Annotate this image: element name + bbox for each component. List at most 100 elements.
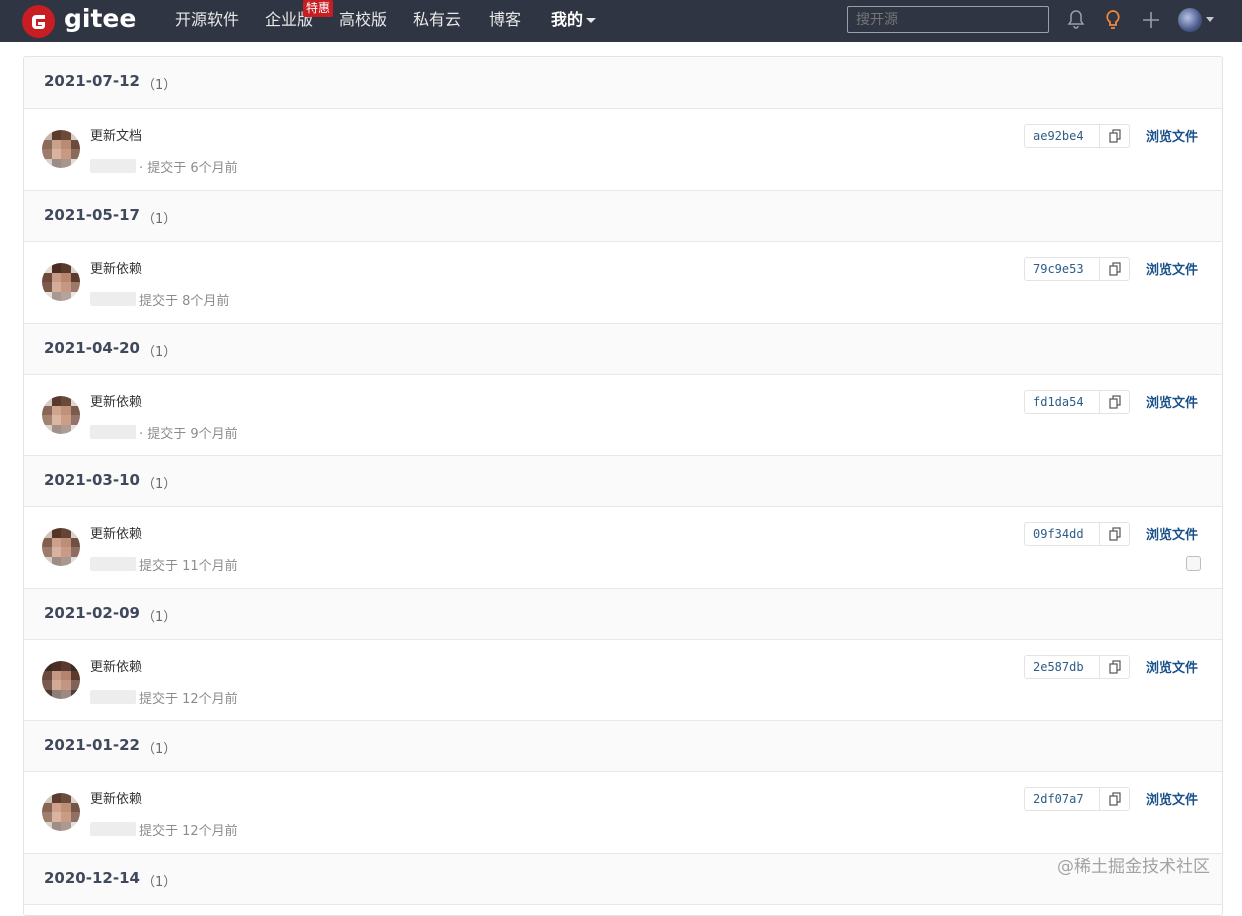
group-count: （1）	[142, 345, 177, 360]
commit-sha-label: 2df07a7	[1033, 792, 1084, 806]
commit-sha-label: ae92be4	[1033, 129, 1084, 143]
commit-message[interactable]: 更新文档	[90, 125, 142, 144]
commit-message[interactable]: 更新依赖	[90, 391, 142, 410]
nav-private-cloud[interactable]: 私有云	[413, 0, 461, 42]
author-name[interactable]	[90, 690, 136, 704]
avatar[interactable]	[42, 130, 80, 168]
group-count: （1）	[142, 742, 177, 757]
author-name[interactable]	[90, 292, 136, 306]
browse-files-link[interactable]: 浏览文件	[1146, 392, 1198, 411]
browse-files-link[interactable]: 浏览文件	[1146, 259, 1198, 278]
chevron-down-icon[interactable]	[1206, 17, 1214, 22]
date-group-header: 2020-12-14 （1）	[24, 853, 1222, 905]
group-count: （1）	[142, 875, 177, 890]
select-checkbox[interactable]	[1186, 556, 1201, 571]
avatar[interactable]	[42, 793, 80, 831]
date-group-header: 2021-01-22 （1）	[24, 720, 1222, 772]
group-date: 2021-07-12	[44, 72, 140, 90]
browse-files-link[interactable]: 浏览文件	[1146, 126, 1198, 145]
nav-education[interactable]: 高校版	[339, 0, 387, 42]
browse-files-link[interactable]: 浏览文件	[1146, 524, 1198, 543]
copy-button[interactable]	[1099, 125, 1130, 147]
date-group-header: 2021-02-09 （1）	[24, 588, 1222, 640]
browse-files-link[interactable]: 浏览文件	[1146, 789, 1198, 808]
avatar[interactable]	[42, 661, 80, 699]
gitee-logo-icon	[22, 5, 55, 38]
date-group-header: 2021-04-20 （1）	[24, 323, 1222, 375]
user-avatar[interactable]	[1178, 8, 1202, 32]
copy-button[interactable]	[1099, 788, 1130, 810]
bell-icon[interactable]	[1064, 8, 1088, 32]
commit-message[interactable]: 更新依赖	[90, 788, 142, 807]
commit-message[interactable]: 更新依赖	[90, 523, 142, 542]
group-count: （1）	[142, 610, 177, 625]
commit-sha[interactable]: 09f34dd	[1024, 522, 1130, 546]
commit-sha[interactable]: 2e587db	[1024, 655, 1130, 679]
copy-button[interactable]	[1099, 391, 1130, 413]
commit-sha[interactable]: ae92be4	[1024, 124, 1130, 148]
commit-row: 更新依赖 提交于 12个月前 2df07a7 浏览文件	[24, 772, 1222, 853]
browse-files-link[interactable]: 浏览文件	[1146, 657, 1198, 676]
author-name[interactable]	[90, 557, 136, 571]
copy-icon	[1109, 129, 1121, 143]
author-name[interactable]	[90, 822, 136, 836]
commit-list: 2021-07-12 （1） 更新文档 · 提交于 6个月前 ae92be4 浏…	[23, 56, 1223, 916]
copy-button[interactable]	[1099, 523, 1130, 545]
commit-sha-label: 09f34dd	[1033, 527, 1084, 541]
top-navbar: gitee 开源软件 企业版 特惠 高校版 私有云 博客 我的	[0, 0, 1242, 42]
brand-name: gitee	[64, 4, 137, 33]
group-date: 2021-04-20	[44, 339, 140, 357]
copy-button[interactable]	[1099, 258, 1130, 280]
commit-sha-label: 79c9e53	[1033, 262, 1084, 276]
nav-open-source[interactable]: 开源软件	[175, 0, 239, 42]
group-date: 2021-01-22	[44, 736, 140, 754]
commit-sha-label: fd1da54	[1033, 395, 1084, 409]
promo-badge: 特惠	[303, 0, 334, 17]
commit-row: 更新依赖 · 提交于 9个月前 fd1da54 浏览文件	[24, 375, 1222, 456]
group-date: 2021-02-09	[44, 604, 140, 622]
copy-icon	[1109, 792, 1121, 806]
commit-time: · 提交于 9个月前	[139, 427, 238, 442]
copy-icon	[1109, 262, 1121, 276]
commit-message[interactable]: 更新依赖	[90, 258, 142, 277]
commit-sha-label: 2e587db	[1033, 660, 1084, 674]
group-date: 2021-03-10	[44, 471, 140, 489]
commit-row: 更新依赖 提交于 12个月前 2e587db 浏览文件	[24, 640, 1222, 721]
group-count: （1）	[142, 477, 177, 492]
copy-icon	[1109, 660, 1121, 674]
plus-icon[interactable]	[1139, 8, 1163, 32]
nav-mine[interactable]: 我的	[551, 0, 597, 42]
group-count: （1）	[142, 212, 177, 227]
nav-mine-label: 我的	[551, 10, 584, 29]
date-group-header: 2021-03-10 （1）	[24, 455, 1222, 507]
copy-icon	[1109, 395, 1121, 409]
group-date: 2020-12-14	[44, 869, 140, 887]
commit-sha[interactable]: 2df07a7	[1024, 787, 1130, 811]
date-group-header: 2021-07-12 （1）	[24, 57, 1222, 109]
avatar[interactable]	[42, 396, 80, 434]
commit-sha[interactable]: 79c9e53	[1024, 257, 1130, 281]
commit-message[interactable]: 更新依赖	[90, 656, 142, 675]
nav-blog[interactable]: 博客	[489, 0, 521, 42]
avatar[interactable]	[42, 263, 80, 301]
search-input[interactable]	[847, 6, 1049, 33]
copy-button[interactable]	[1099, 656, 1130, 678]
group-date: 2021-05-17	[44, 206, 140, 224]
commit-time: 提交于 12个月前	[139, 824, 238, 839]
commit-time: · 提交于 6个月前	[139, 161, 238, 176]
commit-row: 更新依赖 提交于 11个月前 09f34dd 浏览文件	[24, 507, 1222, 588]
watermark: @稀土掘金技术社区	[1057, 857, 1210, 877]
commit-row: 更新依赖 提交于 8个月前 79c9e53 浏览文件	[24, 242, 1222, 323]
chevron-down-icon	[586, 18, 597, 23]
group-count: （1）	[142, 78, 177, 93]
lightbulb-icon[interactable]	[1101, 8, 1125, 32]
date-group-header: 2021-05-17 （1）	[24, 190, 1222, 242]
copy-icon	[1109, 527, 1121, 541]
commit-time: 提交于 8个月前	[139, 294, 230, 309]
commit-row: 更新文档 · 提交于 6个月前 ae92be4 浏览文件	[24, 109, 1222, 190]
commit-sha[interactable]: fd1da54	[1024, 390, 1130, 414]
gitee-logo[interactable]: gitee	[22, 4, 137, 38]
author-name[interactable]	[90, 425, 136, 439]
avatar[interactable]	[42, 528, 80, 566]
author-name[interactable]	[90, 159, 136, 173]
